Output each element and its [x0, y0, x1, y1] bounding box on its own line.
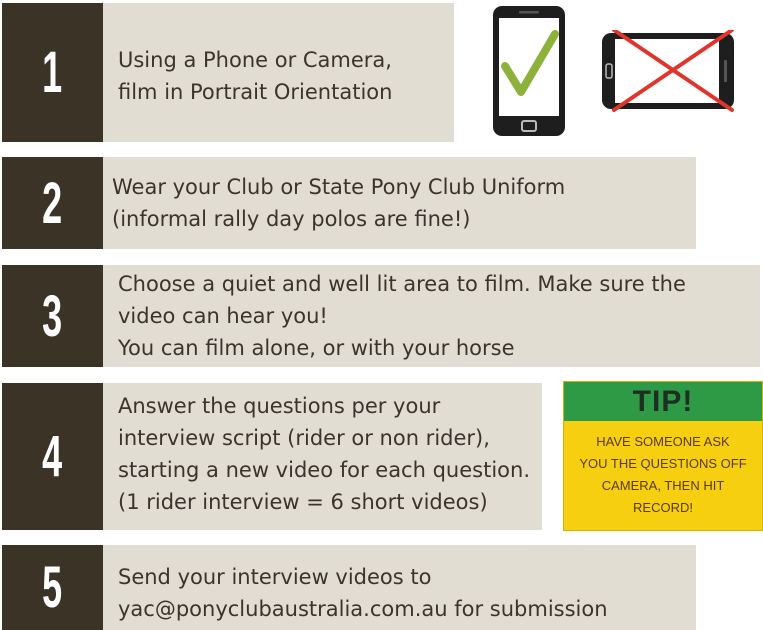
step-4: 4 Answer the questions per your intervie…	[2, 383, 542, 530]
step-number: 2	[2, 157, 103, 249]
phone-landscape-cross-icon	[602, 30, 734, 112]
step-line: Choose a quiet and well lit area to film…	[118, 272, 686, 296]
step-text: Answer the questions per your interview …	[118, 390, 530, 518]
tip-box: TIP! HAVE SOMEONE ASK YOU THE QUESTIONS …	[563, 381, 763, 531]
step-number: 1	[2, 3, 103, 142]
step-line: Wear your Club or State Pony Club Unifor…	[112, 175, 566, 199]
tip-line: YOU THE QUESTIONS OFF	[579, 456, 747, 471]
step-line: Send your interview videos to	[118, 565, 432, 589]
step-line: interview script (rider or non rider),	[118, 426, 490, 450]
step-text: Choose a quiet and well lit area to film…	[118, 268, 686, 364]
step-text: Using a Phone or Camera, film in Portrai…	[118, 44, 392, 108]
step-line: You can film alone, or with your horse	[118, 336, 515, 360]
tip-line: RECORD!	[633, 500, 693, 515]
step-text: Send your interview videos to yac@ponycl…	[118, 561, 608, 625]
step-number: 3	[2, 265, 103, 367]
tip-title: TIP!	[564, 382, 762, 421]
step-2: 2 Wear your Club or State Pony Club Unif…	[2, 157, 696, 249]
step-line: Using a Phone or Camera,	[118, 48, 392, 72]
tip-line: CAMERA, THEN HIT	[601, 478, 725, 493]
step-line: Answer the questions per your	[118, 394, 441, 418]
step-1: 1 Using a Phone or Camera, film in Portr…	[2, 3, 454, 142]
step-line: yac@ponyclubaustralia.com.au for submiss…	[118, 597, 608, 621]
step-number: 4	[2, 383, 103, 530]
tip-line: HAVE SOMEONE ASK	[596, 434, 730, 449]
step-5: 5 Send your interview videos to yac@pony…	[2, 545, 696, 630]
step-line: video can hear you!	[118, 304, 328, 328]
phone-portrait-checkmark-icon	[493, 6, 565, 136]
step-line: (1 rider interview = 6 short videos)	[118, 490, 488, 514]
step-text: Wear your Club or State Pony Club Unifor…	[112, 171, 565, 235]
tip-text: HAVE SOMEONE ASK YOU THE QUESTIONS OFF C…	[564, 421, 762, 519]
step-number: 5	[2, 545, 103, 630]
step-line: film in Portrait Orientation	[118, 80, 393, 104]
step-line: starting a new video for each question.	[118, 458, 530, 482]
step-3: 3 Choose a quiet and well lit area to fi…	[2, 265, 760, 367]
step-line: (informal rally day polos are fine!)	[112, 207, 471, 231]
